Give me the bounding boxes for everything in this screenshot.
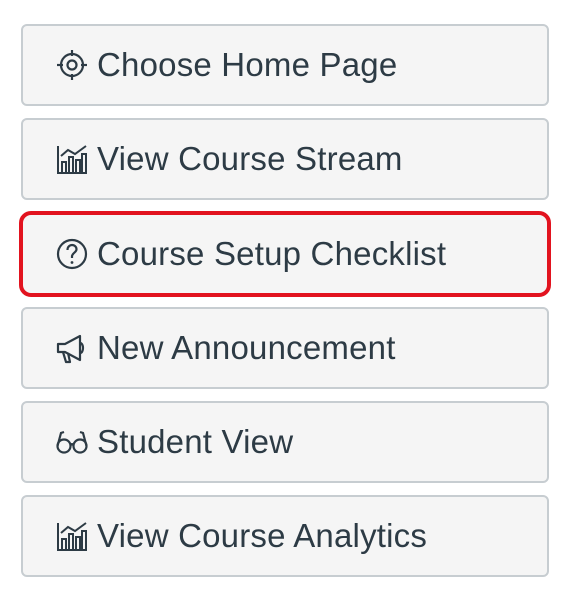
analytics-icon xyxy=(53,140,91,178)
view-course-analytics-label: View Course Analytics xyxy=(97,517,428,554)
analytics-icon xyxy=(53,517,91,555)
view-course-stream-label: View Course Stream xyxy=(97,140,403,177)
course-setup-checklist-label: Course Setup Checklist xyxy=(97,235,447,272)
view-course-analytics-button[interactable]: View Course Analytics xyxy=(21,495,549,577)
megaphone-icon xyxy=(53,329,91,367)
choose-home-page-label: Choose Home Page xyxy=(97,46,398,83)
view-course-stream-button[interactable]: View Course Stream xyxy=(21,118,549,200)
target-icon xyxy=(53,46,91,84)
glasses-icon xyxy=(53,423,91,461)
student-view-button[interactable]: Student View xyxy=(21,401,549,483)
choose-home-page-button[interactable]: Choose Home Page xyxy=(21,24,549,106)
question-circle-icon xyxy=(53,235,91,273)
new-announcement-button[interactable]: New Announcement xyxy=(21,307,549,389)
course-actions-panel: Choose Home Page View Course Stream Cour… xyxy=(0,0,568,600)
course-setup-checklist-button[interactable]: Course Setup Checklist xyxy=(21,213,549,295)
student-view-label: Student View xyxy=(97,423,294,460)
new-announcement-label: New Announcement xyxy=(97,329,396,366)
